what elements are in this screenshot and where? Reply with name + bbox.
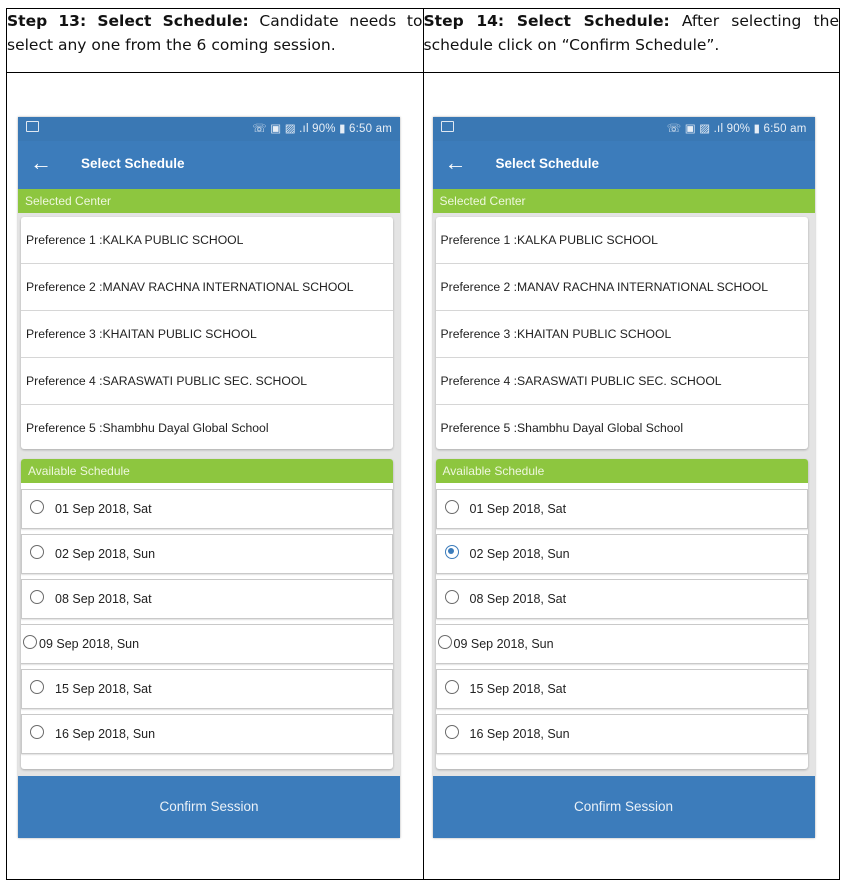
status-indicators: ☏ ▣ ▨ .ıl 90% ▮ 6:50 am <box>252 123 392 135</box>
status-indicators: ☏ ▣ ▨ .ıl 90% ▮ 6:50 am <box>666 123 807 135</box>
preferences-list: Preference 1 :KALKA PUBLIC SCHOOL Prefere… <box>435 217 808 449</box>
preference-row: Preference 2 :MANAV RACHNA INTERNATIONAL… <box>435 264 808 311</box>
schedule-date-label: 02 Sep 2018, Sun <box>469 547 570 561</box>
back-arrow-icon[interactable]: ← <box>30 152 52 174</box>
schedule-option[interactable]: 08 Sep 2018, Sat <box>21 579 393 619</box>
preference-row: Preference 4 :SARASWATI PUBLIC SEC. SCHO… <box>435 358 808 405</box>
schedule-date-label: 15 Sep 2018, Sat <box>55 682 152 696</box>
gallery-icon <box>440 121 454 132</box>
preference-row: Preference 3 :KHAITAN PUBLIC SCHOOL <box>21 311 393 358</box>
preference-row: Preference 4 :SARASWATI PUBLIC SEC. SCHO… <box>21 358 393 405</box>
schedule-option[interactable]: 01 Sep 2018, Sat <box>21 489 393 529</box>
schedule-date-label: 16 Sep 2018, Sun <box>55 727 156 741</box>
steps-table: Step 13: Select Schedule: Candidate need… <box>6 8 840 880</box>
step-14-description: Step 14: Select Schedule: After selectin… <box>422 8 840 73</box>
radio-unselected-icon[interactable] <box>30 590 44 604</box>
available-schedule-header: Available Schedule <box>435 459 808 483</box>
schedule-option[interactable]: 01 Sep 2018, Sat <box>435 489 808 529</box>
schedule-date-label: 15 Sep 2018, Sat <box>469 682 567 696</box>
status-bar: ☏ ▣ ▨ .ıl 90% ▮ 6:50 am <box>18 117 400 141</box>
schedule-date-label: 08 Sep 2018, Sat <box>55 592 152 606</box>
preferences-list: Preference 1 :KALKA PUBLIC SCHOOL Prefere… <box>21 217 393 449</box>
radio-unselected-icon[interactable] <box>444 590 459 604</box>
schedule-date-label: 02 Sep 2018, Sun <box>55 547 156 561</box>
document-page: Step 13: Select Schedule: Candidate need… <box>0 0 842 880</box>
radio-unselected-icon[interactable] <box>444 680 459 694</box>
available-schedule-card: Available Schedule 01 Sep 2018, Sat 02 S… <box>435 459 808 769</box>
radio-unselected-icon[interactable] <box>444 725 459 739</box>
gallery-icon <box>26 121 39 132</box>
schedule-option[interactable]: 15 Sep 2018, Sat <box>435 669 808 709</box>
radio-selected-icon[interactable] <box>444 545 459 559</box>
selected-center-header: Selected Center <box>18 189 400 213</box>
preference-row: Preference 1 :KALKA PUBLIC SCHOOL <box>21 217 393 264</box>
available-schedule-card: Available Schedule 01 Sep 2018, Sat 02 S… <box>21 459 393 769</box>
radio-unselected-icon[interactable] <box>30 680 44 694</box>
schedule-date-label: 09 Sep 2018, Sun <box>453 637 554 651</box>
schedule-option[interactable]: 09 Sep 2018, Sun <box>435 624 808 664</box>
preference-row: Preference 2 :MANAV RACHNA INTERNATIONAL… <box>21 264 393 311</box>
step-14-heading: Step 14: Select Schedule: <box>423 12 670 30</box>
schedule-option[interactable]: 02 Sep 2018, Sun <box>435 534 808 574</box>
confirm-session-button[interactable]: Confirm Session <box>18 776 400 838</box>
selected-center-header: Selected Center <box>432 189 815 213</box>
schedule-option[interactable]: 02 Sep 2018, Sun <box>21 534 393 574</box>
radio-unselected-icon[interactable] <box>437 635 452 649</box>
step-14-screenshot-cell: ☏ ▣ ▨ .ıl 90% ▮ 6:50 am ← Select Schedul… <box>422 72 840 880</box>
radio-unselected-icon[interactable] <box>30 725 44 739</box>
preference-row: Preference 5 :Shambhu Dayal Global Schoo… <box>440 421 684 435</box>
step-13-heading: Step 13: Select Schedule: <box>7 12 249 30</box>
screen-title: Select Schedule <box>81 156 185 171</box>
screen-title: Select Schedule <box>495 156 600 171</box>
schedule-option[interactable]: 09 Sep 2018, Sun <box>21 624 393 664</box>
schedule-date-label: 01 Sep 2018, Sat <box>469 502 567 516</box>
radio-unselected-icon[interactable] <box>30 545 44 559</box>
schedule-date-label: 09 Sep 2018, Sun <box>39 637 140 651</box>
schedule-option[interactable]: 15 Sep 2018, Sat <box>21 669 393 709</box>
radio-unselected-icon[interactable] <box>23 635 37 649</box>
phone-screen-step-13: ☏ ▣ ▨ .ıl 90% ▮ 6:50 am ← Select Schedul… <box>18 117 400 838</box>
schedule-option[interactable]: 16 Sep 2018, Sun <box>21 714 393 754</box>
schedule-date-label: 16 Sep 2018, Sun <box>469 727 570 741</box>
radio-unselected-icon[interactable] <box>444 500 459 514</box>
preference-row: Preference 3 :KHAITAN PUBLIC SCHOOL <box>435 311 808 358</box>
preference-row: Preference 1 :KALKA PUBLIC SCHOOL <box>435 217 808 264</box>
radio-unselected-icon[interactable] <box>30 500 44 514</box>
phone-screen-step-14: ☏ ▣ ▨ .ıl 90% ▮ 6:50 am ← Select Schedul… <box>432 117 815 838</box>
step-13-screenshot-cell: ☏ ▣ ▨ .ıl 90% ▮ 6:50 am ← Select Schedul… <box>6 72 424 880</box>
step-13-description: Step 13: Select Schedule: Candidate need… <box>6 8 424 73</box>
schedule-date-label: 01 Sep 2018, Sat <box>55 502 152 516</box>
available-schedule-header: Available Schedule <box>21 459 393 483</box>
schedule-date-label: 08 Sep 2018, Sat <box>469 592 567 606</box>
schedule-option[interactable]: 16 Sep 2018, Sun <box>435 714 808 754</box>
back-arrow-icon[interactable]: ← <box>445 152 467 174</box>
app-bar: ← Select Schedule <box>18 141 400 189</box>
preference-row: Preference 5 :Shambhu Dayal Global Schoo… <box>26 421 269 435</box>
schedule-option[interactable]: 08 Sep 2018, Sat <box>435 579 808 619</box>
app-bar: ← Select Schedule <box>432 141 815 189</box>
status-bar: ☏ ▣ ▨ .ıl 90% ▮ 6:50 am <box>432 117 815 141</box>
confirm-session-button[interactable]: Confirm Session <box>432 776 815 838</box>
